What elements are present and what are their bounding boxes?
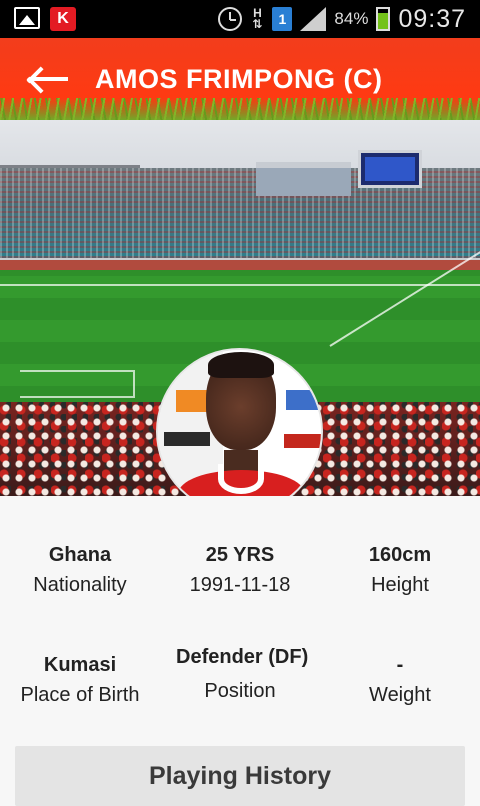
sim-icon: 1 xyxy=(272,7,293,31)
arrow-left-icon xyxy=(30,77,68,81)
nationality-value: Ghana xyxy=(48,544,112,566)
age-cell: 25 YRS 1991-11-18 xyxy=(160,542,320,598)
place-of-birth-label: Place of Birth xyxy=(20,684,140,706)
gallery-icon xyxy=(14,7,40,29)
battery-icon xyxy=(376,7,391,31)
network-h-icon: H ⇅ xyxy=(252,6,263,31)
network-type-label: H xyxy=(253,6,262,20)
nationality-label: Nationality xyxy=(33,574,127,596)
grass-decoration xyxy=(0,98,480,120)
height-label: Height xyxy=(371,574,429,596)
back-button[interactable] xyxy=(26,60,72,100)
height-value: 160cm xyxy=(368,544,432,566)
player-avatar xyxy=(156,348,323,515)
alarm-icon xyxy=(218,7,243,31)
birth-date: 1991-11-18 xyxy=(189,574,291,596)
status-right-icons: H ⇅ 1 84% 09:37 xyxy=(218,4,466,34)
place-of-birth-value: Kumasi xyxy=(43,654,117,676)
stadium-building xyxy=(256,162,351,196)
position-value: Defender (DF) xyxy=(176,646,309,668)
status-bar: K H ⇅ 1 84% 09:37 xyxy=(0,0,480,38)
status-left-icons: K xyxy=(14,7,76,31)
signal-icon xyxy=(300,7,327,31)
app-icon: K xyxy=(50,7,76,31)
position-cell: Defender (DF) Position xyxy=(160,644,320,704)
age-value: 25 YRS xyxy=(205,544,275,566)
app-header: AMOS FRIMPONG (C) xyxy=(0,38,480,120)
weight-value: - xyxy=(396,654,404,676)
height-cell: 160cm Height xyxy=(320,542,480,598)
battery-percent: 84% xyxy=(334,9,369,28)
place-of-birth-cell: Kumasi Place of Birth xyxy=(0,644,160,708)
page-title: AMOS FRIMPONG (C) xyxy=(95,64,383,94)
weight-label: Weight xyxy=(369,684,431,706)
player-info-grid: Ghana Nationality 25 YRS 1991-11-18 160c… xyxy=(0,496,480,746)
clock: 09:37 xyxy=(398,4,466,33)
playing-history-button[interactable]: Playing History xyxy=(15,746,465,806)
weight-cell: - Weight xyxy=(320,644,480,708)
position-label: Position xyxy=(204,680,276,702)
nationality-cell: Ghana Nationality xyxy=(0,542,160,598)
scoreboard xyxy=(358,150,422,188)
